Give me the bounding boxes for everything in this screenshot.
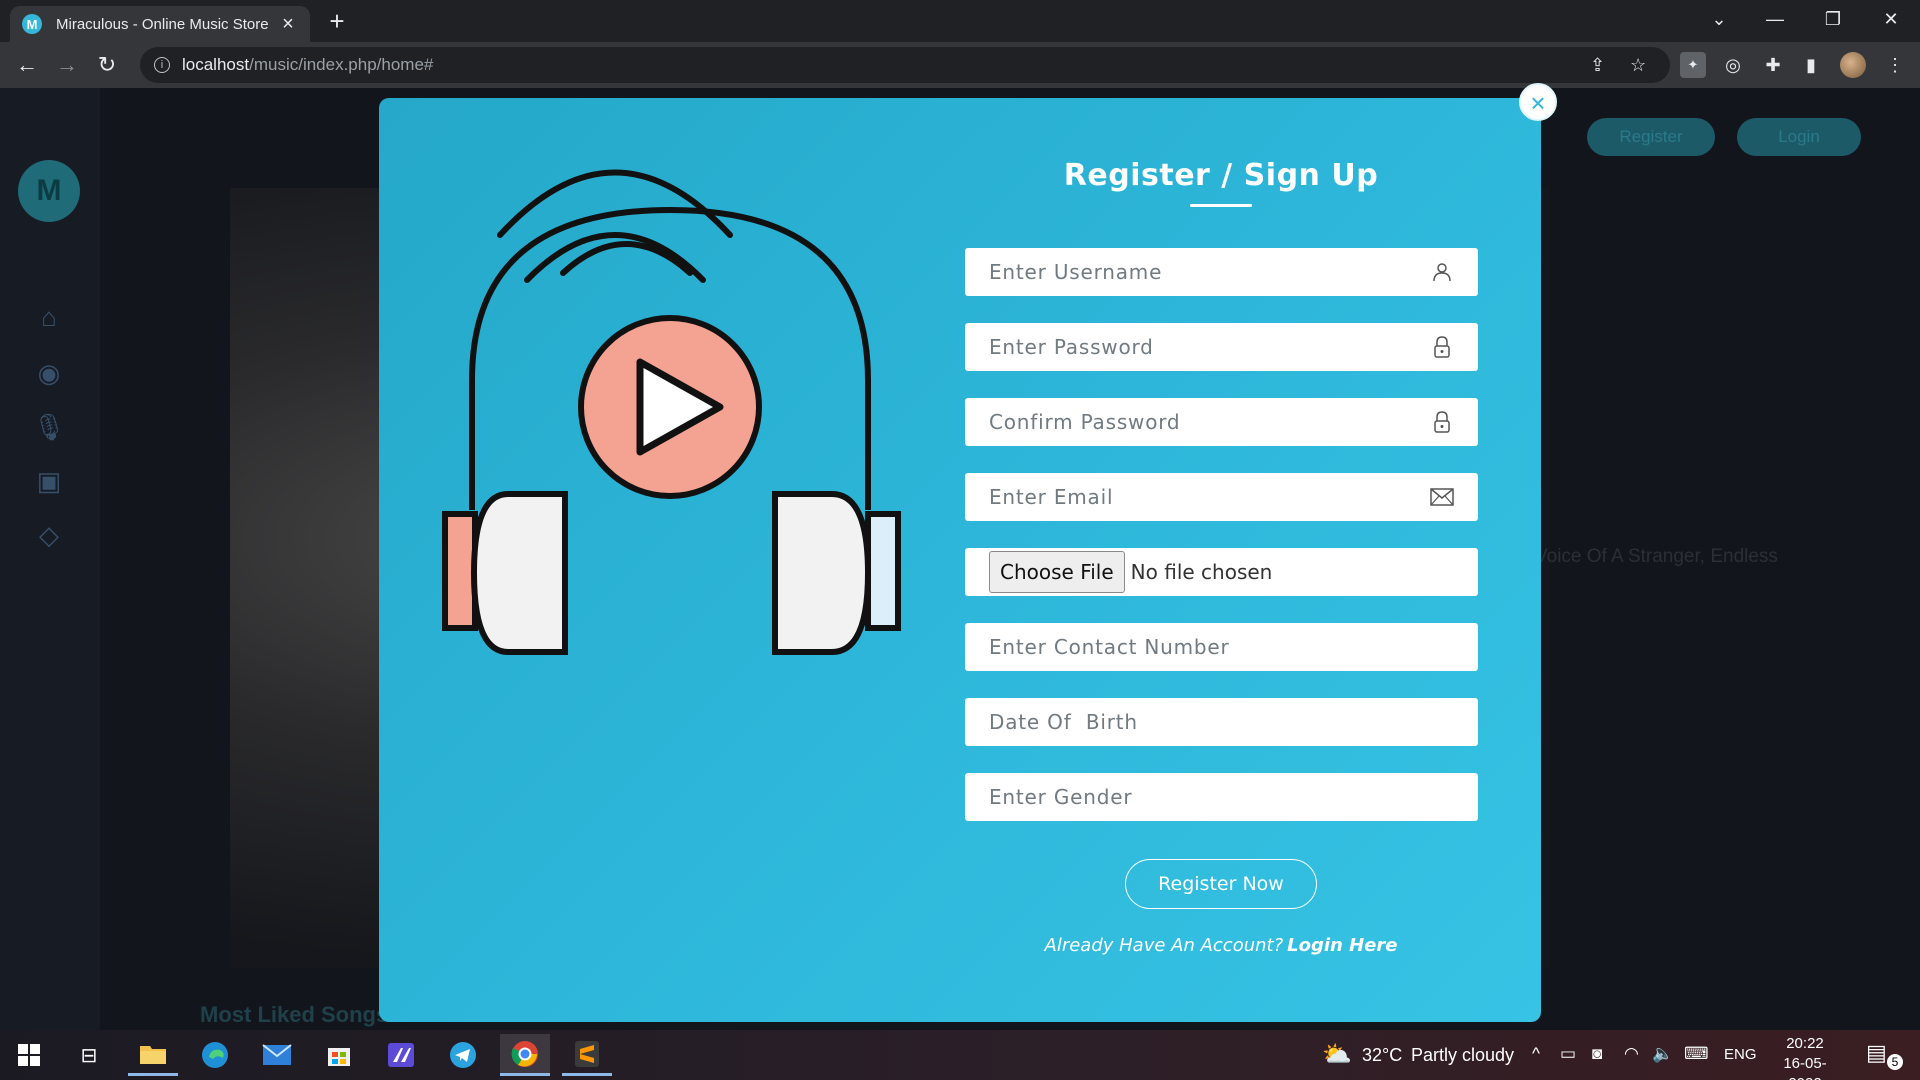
extensions-puzzle-icon[interactable]: ✚ xyxy=(1760,52,1786,78)
weather-temp: 32°C xyxy=(1362,1045,1403,1065)
browser-tab[interactable]: M Miraculous - Online Music Store × xyxy=(10,6,310,42)
minimize-button[interactable]: — xyxy=(1746,0,1804,38)
clock[interactable]: 20:22 16-05-2022 xyxy=(1770,1034,1840,1080)
file-status-text: No file chosen xyxy=(1130,560,1273,584)
dob-placeholder: Date Of Birth xyxy=(989,710,1138,734)
left-earcup-band xyxy=(442,511,478,631)
password-placeholder: Enter Password xyxy=(989,335,1154,359)
chrome-icon[interactable] xyxy=(500,1034,550,1076)
weather-desc: Partly cloudy xyxy=(1411,1045,1515,1065)
file-upload-field[interactable]: Choose File No file chosen xyxy=(965,548,1478,596)
weather-icon[interactable]: ⛅ xyxy=(1322,1040,1352,1069)
reload-icon[interactable]: ↻ xyxy=(90,48,124,82)
notification-icon[interactable]: ▤ xyxy=(1866,1040,1887,1066)
windows-start-icon[interactable] xyxy=(4,1034,54,1076)
visual-studio-icon[interactable] xyxy=(376,1034,426,1076)
lock-icon xyxy=(1430,410,1454,434)
task-view-icon[interactable]: ⊟ xyxy=(64,1034,114,1076)
menu-dots-icon[interactable]: ⋮ xyxy=(1882,52,1908,78)
share-icon[interactable]: ⇪ xyxy=(1590,55,1605,76)
sound-wave-inner xyxy=(560,241,693,276)
bookmark-star-icon[interactable]: ☆ xyxy=(1630,55,1646,76)
faded-song-text: Voice Of A Stranger, Endless xyxy=(1535,546,1778,567)
clock-time: 20:22 xyxy=(1786,1035,1824,1052)
lock-icon xyxy=(1430,335,1454,359)
form-title: Register / Sign Up xyxy=(1063,158,1379,193)
side-panel-icon[interactable]: ▮ xyxy=(1798,52,1824,78)
login-prompt: Already Have An Account? Login Here xyxy=(964,935,1478,956)
file-explorer-icon[interactable] xyxy=(128,1034,178,1076)
login-prompt-text: Already Have An Account? xyxy=(1044,935,1284,956)
sublime-text-icon[interactable] xyxy=(562,1034,612,1076)
close-window-button[interactable]: ✕ xyxy=(1862,0,1920,38)
date-of-birth-input[interactable]: Date Of Birth xyxy=(965,698,1478,746)
tab-search-icon[interactable]: ⌄ xyxy=(1690,0,1748,38)
right-earcup-band xyxy=(865,511,901,631)
title-underline xyxy=(1190,204,1252,207)
extension-icon[interactable]: ✦ xyxy=(1680,52,1706,78)
extension-palette-icon[interactable]: ◎ xyxy=(1720,52,1746,78)
headphones-play-illustration xyxy=(442,169,901,655)
sound-wave-outer xyxy=(497,169,733,238)
forward-icon[interactable]: → xyxy=(50,48,84,82)
browser-tab-strip: M Miraculous - Online Music Store × + ⌄ … xyxy=(0,0,1920,42)
right-earcup xyxy=(772,491,872,655)
browser-toolbar: ← → ↻ i localhost/music/index.php/home# … xyxy=(0,42,1920,88)
email-input[interactable]: Enter Email xyxy=(965,473,1478,521)
genre-icon[interactable]: ▣ xyxy=(34,466,64,496)
email-placeholder: Enter Email xyxy=(989,485,1114,509)
tab-title: Miraculous - Online Music Store xyxy=(56,15,269,33)
edge-icon[interactable] xyxy=(190,1034,240,1076)
site-login-button[interactable]: Login xyxy=(1737,118,1861,156)
envelope-icon xyxy=(1430,485,1454,509)
login-here-link[interactable]: Login Here xyxy=(1287,935,1397,956)
camera-icon[interactable]: ◙ xyxy=(1592,1044,1602,1064)
gender-input[interactable]: Enter Gender xyxy=(965,773,1478,821)
diamond-icon[interactable]: ◇ xyxy=(34,520,64,550)
restore-button[interactable]: ❐ xyxy=(1804,0,1862,38)
tray-chevron-icon[interactable]: ^ xyxy=(1532,1044,1540,1064)
password-input[interactable]: Enter Password xyxy=(965,323,1478,371)
notification-count: 5 xyxy=(1887,1054,1903,1070)
telegram-icon[interactable] xyxy=(438,1034,488,1076)
new-tab-button[interactable]: + xyxy=(322,6,352,36)
store-icon[interactable] xyxy=(314,1034,364,1076)
volume-icon[interactable]: 🔈 xyxy=(1652,1044,1673,1064)
register-now-button[interactable]: Register Now xyxy=(1125,859,1317,909)
most-liked-heading: Most Liked Songs xyxy=(200,1002,389,1027)
url-path: /music/index.php/home# xyxy=(249,55,434,74)
site-sidebar: M ⌂ ◉ 🎙 ▣ ◇ xyxy=(0,88,100,1030)
clock-date: 16-05-2022 xyxy=(1783,1055,1827,1080)
username-input[interactable]: Enter Username xyxy=(965,248,1478,296)
favicon-icon: M xyxy=(22,14,42,34)
microphone-icon[interactable]: 🎙 xyxy=(33,412,66,442)
wifi-icon[interactable]: ◠ xyxy=(1624,1044,1639,1064)
tab-close-icon[interactable]: × xyxy=(278,13,298,36)
album-icon[interactable]: ◉ xyxy=(34,358,64,388)
battery-icon[interactable]: ▭ xyxy=(1560,1044,1576,1064)
user-icon xyxy=(1430,260,1454,284)
home-icon[interactable]: ⌂ xyxy=(34,302,64,332)
modal-close-button[interactable]: × xyxy=(1519,83,1557,121)
confirm-password-placeholder: Confirm Password xyxy=(989,410,1181,434)
confirm-password-input[interactable]: Confirm Password xyxy=(965,398,1478,446)
back-icon[interactable]: ← xyxy=(10,48,44,82)
profile-avatar[interactable] xyxy=(1840,52,1866,78)
language-indicator[interactable]: ENG xyxy=(1724,1046,1757,1063)
mail-icon[interactable] xyxy=(252,1034,302,1076)
contact-number-input[interactable]: Enter Contact Number xyxy=(965,623,1478,671)
windows-taskbar: ⊟ ⛅ 32°C Partly cloudy ^ ▭ ◙ ◠ 🔈 ⌨ ENG 2… xyxy=(0,1030,1920,1080)
contact-placeholder: Enter Contact Number xyxy=(989,635,1230,659)
gender-placeholder: Enter Gender xyxy=(989,785,1133,809)
choose-file-button[interactable]: Choose File xyxy=(989,551,1125,593)
url-host: localhost xyxy=(182,55,250,74)
address-bar[interactable]: i localhost/music/index.php/home# ⇪ ☆ xyxy=(140,47,1670,83)
keyboard-icon[interactable]: ⌨ xyxy=(1684,1044,1709,1064)
username-placeholder: Enter Username xyxy=(989,260,1163,284)
left-earcup xyxy=(470,491,568,655)
site-logo: M xyxy=(18,160,80,222)
site-info-icon[interactable]: i xyxy=(154,57,170,73)
site-register-button[interactable]: Register xyxy=(1587,118,1715,156)
